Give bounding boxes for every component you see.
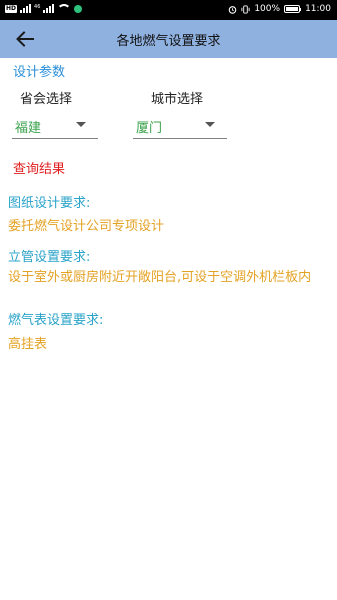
- status-right: 100% 11:00: [228, 4, 331, 14]
- status-bar: HD 46 100% 11:00: [0, 0, 337, 20]
- city-selected-value: 厦门: [136, 121, 163, 136]
- chevron-down-icon: [205, 122, 215, 127]
- status-time: 11:00: [305, 4, 331, 14]
- alarm-icon: [229, 5, 237, 14]
- vibrate-icon: [241, 4, 250, 14]
- query-result-title: 查询结果: [13, 162, 66, 177]
- province-selected-value: 福建: [15, 121, 42, 136]
- riser-setting-label: 立管设置要求:: [8, 250, 91, 265]
- drawing-design-label: 图纸设计要求:: [8, 196, 91, 211]
- city-label: 城市选择: [151, 92, 204, 107]
- signal-icon: [43, 4, 55, 13]
- wifi-icon: [57, 4, 72, 13]
- province-select[interactable]: 福建: [12, 114, 98, 139]
- chevron-down-icon: [76, 122, 86, 127]
- toolbar: 各地燃气设置要求: [0, 20, 337, 58]
- battery-icon: [284, 5, 302, 13]
- gas-meter-value: 高挂表: [8, 337, 48, 352]
- drawing-design-value: 委托燃气设计公司专项设计: [8, 219, 165, 234]
- riser-setting-value: 设于室外或厨房附近开敞阳台,可设于空调外机栏板内: [8, 270, 312, 285]
- province-label: 省会选择: [20, 92, 73, 107]
- status-left: HD 46: [5, 4, 83, 13]
- app-dot-icon: [74, 4, 83, 13]
- signal-icon: [20, 4, 32, 13]
- hd-badge: HD: [5, 4, 18, 13]
- gas-meter-label: 燃气表设置要求:: [8, 313, 104, 328]
- design-params-label: 设计参数: [13, 65, 66, 80]
- network-type-label: 46: [34, 4, 41, 10]
- page-title: 各地燃气设置要求: [116, 34, 221, 49]
- city-select[interactable]: 厦门: [133, 114, 227, 139]
- battery-percent: 100%: [254, 4, 281, 14]
